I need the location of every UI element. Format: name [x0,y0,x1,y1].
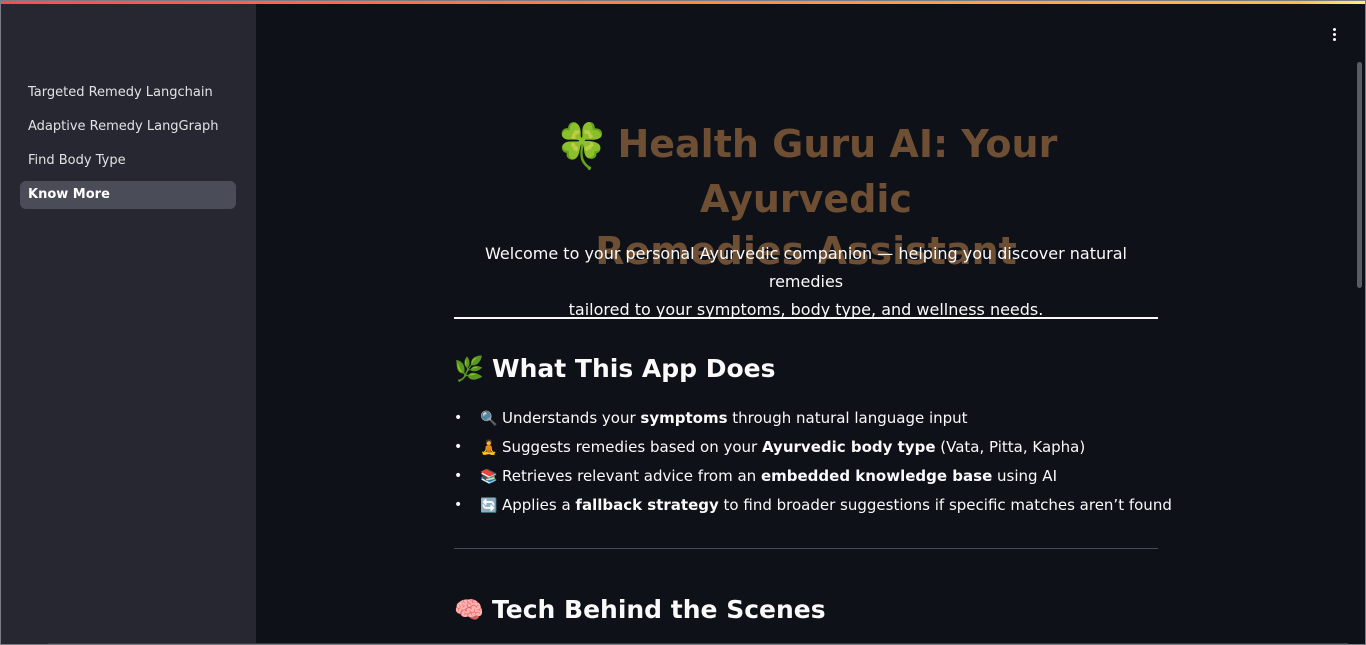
top-decoration-stripe [0,0,1366,4]
list-item: 🧘Suggests remedies based on your Ayurved… [454,433,1158,462]
four-leaf-clover-icon: 🍀 [554,121,610,172]
divider [454,548,1158,549]
bottom-edge [48,643,1348,644]
sidebar-item-find-body-type[interactable]: Find Body Type [20,147,236,175]
books-icon: 📚 [480,469,498,485]
section-heading-what-app-does: 🌿 What This App Does [454,352,776,386]
list-item: 🔍Understands your symptoms through natur… [454,404,1158,433]
divider [454,317,1158,319]
welcome-text: Welcome to your personal Ayurvedic compa… [454,240,1158,324]
sidebar-item-adaptive-remedy-langgraph[interactable]: Adaptive Remedy LangGraph [20,113,236,141]
list-item: 📚Retrieves relevant advice from an embed… [454,462,1158,491]
refresh-icon: 🔄 [480,498,498,514]
page-title-line1: Health Guru AI: Your Ayurvedic [617,122,1058,221]
feature-list: 🔍Understands your symptoms through natur… [454,404,1172,520]
herb-icon: 🌿 [454,355,484,383]
magnifier-icon: 🔍 [480,411,498,427]
scrollbar[interactable] [1357,62,1362,288]
welcome-line1: Welcome to your personal Ayurvedic compa… [485,244,1127,291]
sidebar: Targeted Remedy Langchain Adaptive Remed… [0,0,256,645]
sidebar-item-know-more[interactable]: Know More [20,181,236,209]
section-heading-text: What This App Does [492,354,776,383]
list-item: 🔄Applies a fallback strategy to find bro… [454,491,1172,520]
sidebar-item-targeted-remedy-langchain[interactable]: Targeted Remedy Langchain [20,79,236,107]
main-menu-button[interactable] [1322,22,1346,46]
section-heading-tech-behind-scenes: 🧠 Tech Behind the Scenes [454,593,826,627]
section-heading-text: Tech Behind the Scenes [492,595,826,624]
brain-icon: 🧠 [454,596,484,624]
more-vertical-icon [1332,27,1336,31]
meditation-icon: 🧘 [480,440,498,456]
